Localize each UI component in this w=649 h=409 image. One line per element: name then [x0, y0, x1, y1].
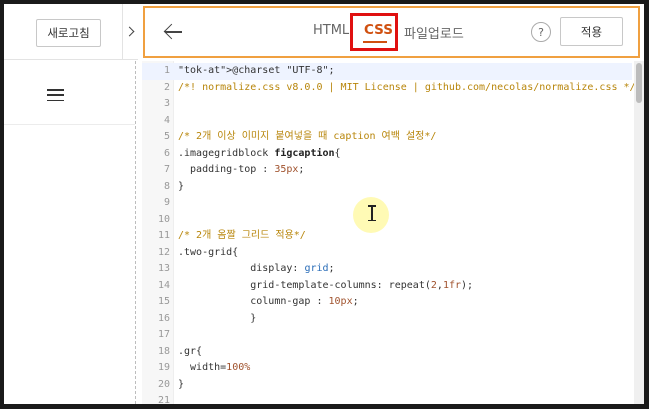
code-line[interactable]: 12 .two-grid{	[142, 245, 632, 262]
code-line[interactable]: 14 grid-template-columns: repeat(2,1fr);	[142, 278, 632, 295]
code-text: width=100%	[178, 362, 251, 373]
apply-button[interactable]: 적용	[560, 17, 623, 46]
line-number: 3	[163, 98, 170, 109]
code-line[interactable]: 11 /* 2개 옴짤 그리드 적용*/	[142, 228, 632, 245]
line-number: 15	[157, 296, 170, 307]
editor-header: HTML CSS 파일업로드 ? 적용	[143, 6, 640, 58]
code-text: display: grid;	[178, 263, 335, 274]
code-line[interactable]: 8}	[142, 179, 632, 196]
chevron-right-icon	[124, 26, 134, 37]
back-arrow-icon[interactable]	[163, 21, 185, 43]
code-line[interactable]: 21	[142, 393, 632, 404]
code-text: }	[178, 378, 185, 390]
app-window: 새로고침 HTML CSS 파일업로드 ? 적용 1 "tok-at">@char…	[4, 4, 644, 404]
code-line[interactable]: 16 }	[142, 311, 632, 328]
code-line[interactable]: 7 padding-top : 35px;	[142, 162, 632, 179]
line-number: 13	[157, 263, 170, 274]
editor-scrollbar[interactable]	[634, 61, 644, 404]
line-number: 14	[157, 279, 170, 291]
line-number: 17	[157, 329, 170, 340]
active-tab-underline	[363, 41, 387, 43]
line-number: 19	[157, 362, 170, 373]
code-text: .imagegridblock figcaption{	[178, 147, 341, 159]
panel-divider[interactable]	[135, 61, 136, 404]
code-line[interactable]: 19 width=100%	[142, 360, 632, 377]
tab-html[interactable]: HTML	[313, 23, 349, 38]
help-icon[interactable]: ?	[531, 22, 551, 42]
line-number: 9	[163, 197, 170, 208]
code-text: grid-template-columns: repeat(2,1fr);	[178, 279, 474, 291]
code-line[interactable]: 4	[142, 113, 632, 130]
code-text: "tok-at">@charset "UTF-8";	[178, 65, 335, 76]
tab-css[interactable]: CSS	[364, 22, 393, 38]
hamburger-menu-icon[interactable]	[47, 89, 64, 102]
line-number: 2	[163, 81, 170, 93]
line-number: 8	[163, 180, 170, 192]
code-line[interactable]: 20}	[142, 377, 632, 394]
code-line[interactable]: 17	[142, 327, 632, 344]
scrollbar-thumb[interactable]	[636, 63, 642, 103]
left-panel-row	[4, 61, 135, 125]
code-text: padding-top : 35px;	[178, 164, 305, 175]
code-line[interactable]: 1 "tok-at">@charset "UTF-8";	[142, 63, 632, 80]
code-line[interactable]: 2 /*! normalize.css v8.0.0 | MIT License …	[142, 80, 636, 97]
code-text: }	[178, 312, 257, 324]
code-text: /* 2개 옴짤 그리드 적용*/	[178, 230, 306, 241]
css-code-editor[interactable]: 1 "tok-at">@charset "UTF-8"; 2 /*! normaliz…	[142, 61, 644, 404]
line-number: 12	[157, 246, 170, 258]
line-number: 7	[163, 164, 170, 175]
code-line[interactable]: 13 display: grid;	[142, 261, 632, 278]
line-number: 20	[157, 378, 170, 390]
line-number: 6	[163, 147, 170, 159]
text-cursor-icon	[368, 205, 376, 221]
refresh-button[interactable]: 새로고침	[36, 19, 101, 47]
code-text: .two-grid{	[178, 246, 239, 258]
line-number: 21	[157, 395, 170, 404]
line-number: 16	[157, 312, 170, 324]
line-number: 11	[157, 230, 170, 241]
left-panel	[4, 61, 135, 404]
collapse-panel-button[interactable]	[122, 4, 138, 60]
code-text: column-gap : 10px;	[178, 296, 359, 307]
line-number: 18	[157, 345, 170, 357]
line-number: 4	[163, 114, 170, 126]
code-line[interactable]: 5 /* 2개 이상 이미지 붙여넣을 때 caption 여백 설정*/	[142, 129, 632, 146]
line-number: 5	[163, 131, 170, 142]
line-number: 1	[163, 65, 170, 76]
line-number: 10	[157, 213, 170, 225]
tab-file-upload[interactable]: 파일업로드	[404, 23, 464, 42]
code-line[interactable]: 3	[142, 96, 632, 113]
code-line[interactable]: 15 column-gap : 10px;	[142, 294, 632, 311]
code-text: /* 2개 이상 이미지 붙여넣을 때 caption 여백 설정*/	[178, 131, 437, 142]
code-text: }	[178, 180, 185, 192]
code-text: /*! normalize.css v8.0.0 | MIT License |…	[178, 81, 636, 93]
left-toolbar: 새로고침	[4, 4, 122, 60]
code-text: .gr{	[178, 345, 203, 357]
code-line[interactable]: 18 .gr{	[142, 344, 632, 361]
code-line[interactable]: 6 .imagegridblock figcaption{	[142, 146, 632, 163]
